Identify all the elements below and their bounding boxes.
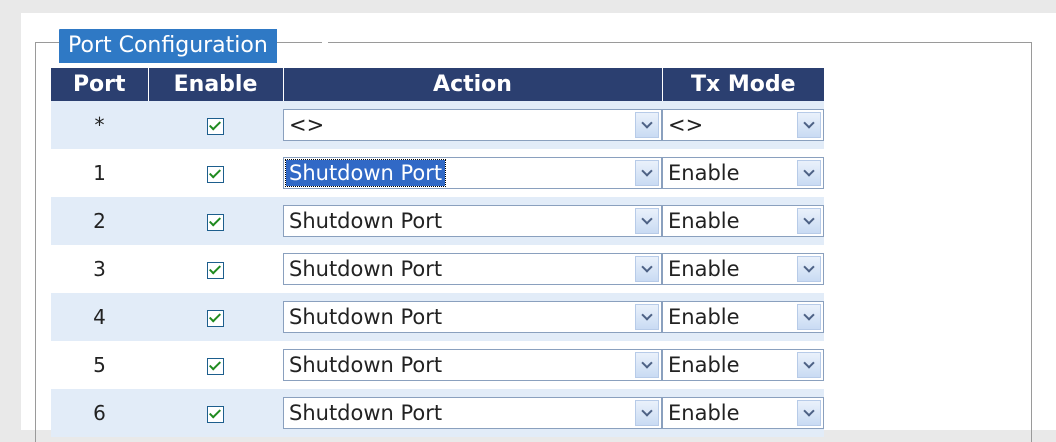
enable-checkbox[interactable] xyxy=(207,118,224,135)
enable-checkbox[interactable] xyxy=(207,310,224,327)
chevron-down-icon[interactable] xyxy=(635,160,659,186)
action-select[interactable]: Shutdown Port xyxy=(283,349,662,381)
chevron-down-icon[interactable] xyxy=(797,112,821,138)
action-select-value: Shutdown Port xyxy=(289,305,443,329)
action-select-value: <> xyxy=(289,113,325,137)
tx-mode-cell: Enable xyxy=(662,197,824,245)
table-row: 4 Shutdown Port Enable xyxy=(51,293,824,341)
tx-mode-select-value: <> xyxy=(668,113,704,137)
chevron-down-icon[interactable] xyxy=(797,160,821,186)
tx-mode-select[interactable]: Enable xyxy=(662,157,824,189)
chevron-down-icon[interactable] xyxy=(797,256,821,282)
chevron-down-icon[interactable] xyxy=(797,400,821,426)
action-select-value: Shutdown Port xyxy=(284,159,447,187)
tx-mode-cell: <> xyxy=(662,101,824,149)
enable-cell xyxy=(148,149,283,197)
header-enable: Enable xyxy=(148,68,284,101)
tx-mode-select-value: Enable xyxy=(668,209,740,233)
tx-mode-select[interactable]: Enable xyxy=(662,253,824,285)
port-configuration-table: Port Enable Action Tx Mode * <> <> 1 Shu… xyxy=(51,68,824,437)
action-cell: Shutdown Port xyxy=(283,149,662,197)
action-cell: <> xyxy=(283,101,662,149)
enable-checkbox[interactable] xyxy=(207,166,224,183)
action-select[interactable]: <> xyxy=(283,109,662,141)
table-row: 2 Shutdown Port Enable xyxy=(51,197,824,245)
action-select-value: Shutdown Port xyxy=(289,209,443,233)
port-number: 1 xyxy=(51,149,148,197)
table-row: * <> <> xyxy=(51,101,824,149)
header-action: Action xyxy=(283,68,663,101)
enable-checkbox[interactable] xyxy=(207,262,224,279)
port-number: 3 xyxy=(51,245,148,293)
tx-mode-cell: Enable xyxy=(662,341,824,389)
table-row: 5 Shutdown Port Enable xyxy=(51,341,824,389)
tx-mode-select-value: Enable xyxy=(668,401,740,425)
action-cell: Shutdown Port xyxy=(283,197,662,245)
tx-mode-cell: Enable xyxy=(662,149,824,197)
action-select-value: Shutdown Port xyxy=(289,401,443,425)
action-select[interactable]: Shutdown Port xyxy=(283,301,662,333)
action-select-value: Shutdown Port xyxy=(289,353,443,377)
port-number: 5 xyxy=(51,341,148,389)
chevron-down-icon[interactable] xyxy=(797,352,821,378)
port-number: 4 xyxy=(51,293,148,341)
enable-checkbox[interactable] xyxy=(207,358,224,375)
tx-mode-select-value: Enable xyxy=(668,353,740,377)
tx-mode-select-value: Enable xyxy=(668,161,740,185)
action-select[interactable]: Shutdown Port xyxy=(283,397,662,429)
enable-cell xyxy=(148,101,283,149)
tx-mode-select-value: Enable xyxy=(668,305,740,329)
chevron-down-icon[interactable] xyxy=(635,304,659,330)
fieldset-legend: Port Configuration xyxy=(59,29,277,63)
action-select[interactable]: Shutdown Port xyxy=(283,253,662,285)
header-tx-mode: Tx Mode xyxy=(662,68,824,101)
enable-cell xyxy=(148,341,283,389)
action-select[interactable]: Shutdown Port xyxy=(283,205,662,237)
header-port: Port xyxy=(51,68,149,101)
enable-checkbox[interactable] xyxy=(207,406,224,423)
chevron-down-icon[interactable] xyxy=(635,208,659,234)
enable-cell xyxy=(148,293,283,341)
chevron-down-icon[interactable] xyxy=(635,256,659,282)
port-number: * xyxy=(51,101,148,149)
table-row: 1 Shutdown Port Enable xyxy=(51,149,824,197)
action-cell: Shutdown Port xyxy=(283,293,662,341)
tx-mode-cell: Enable xyxy=(662,293,824,341)
enable-checkbox[interactable] xyxy=(207,214,224,231)
tx-mode-select[interactable]: Enable xyxy=(662,301,824,333)
action-cell: Shutdown Port xyxy=(283,245,662,293)
enable-cell xyxy=(148,197,283,245)
enable-cell xyxy=(148,245,283,293)
chevron-down-icon[interactable] xyxy=(635,352,659,378)
chevron-down-icon[interactable] xyxy=(635,112,659,138)
tx-mode-select[interactable]: Enable xyxy=(662,205,824,237)
tx-mode-cell: Enable xyxy=(662,245,824,293)
chevron-down-icon[interactable] xyxy=(635,400,659,426)
port-number: 2 xyxy=(51,197,148,245)
tx-mode-select-value: Enable xyxy=(668,257,740,281)
action-select[interactable]: Shutdown Port xyxy=(283,157,662,189)
action-select-value: Shutdown Port xyxy=(289,257,443,281)
tx-mode-select[interactable]: Enable xyxy=(662,397,824,429)
tx-mode-select[interactable]: Enable xyxy=(662,349,824,381)
action-cell: Shutdown Port xyxy=(283,341,662,389)
table-header-row: Port Enable Action Tx Mode xyxy=(51,68,824,101)
chevron-down-icon[interactable] xyxy=(797,208,821,234)
table-row: 3 Shutdown Port Enable xyxy=(51,245,824,293)
tx-mode-select[interactable]: <> xyxy=(662,109,824,141)
chevron-down-icon[interactable] xyxy=(797,304,821,330)
